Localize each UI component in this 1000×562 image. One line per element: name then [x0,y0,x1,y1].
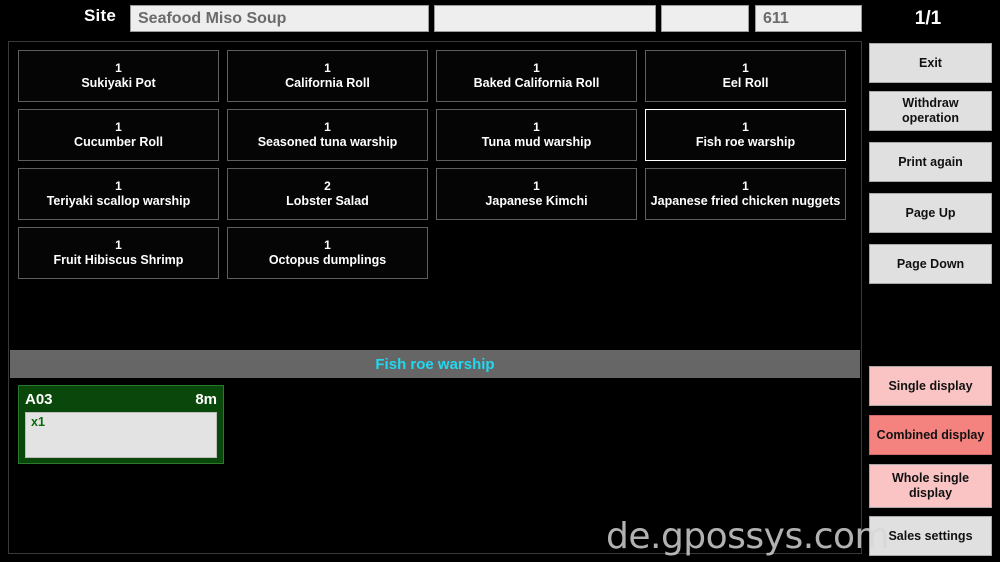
order-item-card[interactable]: 1 Sukiyaki Pot [18,50,219,102]
order-item-name: Cucumber Roll [74,134,163,149]
order-item-card[interactable]: 1 Fish roe warship [645,109,846,161]
site-label: Site [84,6,116,25]
order-item-quantity: 2 [324,178,331,193]
order-item-name: Lobster Salad [286,193,369,208]
ticket-body: x1 [25,412,217,458]
page-down-button[interactable]: Page Down [869,244,992,284]
whole-single-display-button[interactable]: Whole single display [869,464,992,508]
header-bar: Site Seafood Miso Soup 611 1/1 [0,0,1000,37]
order-item-quantity: 1 [742,60,749,75]
order-item-card[interactable]: 1 Tuna mud warship [436,109,637,161]
order-item-quantity: 1 [115,119,122,134]
print-again-button[interactable]: Print again [869,142,992,182]
order-item-quantity: 1 [324,60,331,75]
single-display-button[interactable]: Single display [869,366,992,406]
main-panel: 1 Sukiyaki Pot 1 California Roll 1 Baked Cali… [8,41,862,554]
site-name-input[interactable]: Seafood Miso Soup [130,5,429,32]
tertiary-input[interactable] [661,5,749,32]
page-indicator: 1/1 [914,7,942,29]
order-item-name: Eel Roll [722,75,769,90]
ticket-id: A03 [25,391,53,408]
right-sidebar: Exit Withdraw operation Print again Page… [869,41,992,556]
order-item-name: Tuna mud warship [481,134,592,149]
order-item-name: Seasoned tuna warship [257,134,398,149]
withdraw-operation-button[interactable]: Withdraw operation [869,91,992,131]
order-item-quantity: 1 [324,237,331,252]
order-item-quantity: 1 [115,178,122,193]
order-item-card[interactable]: 1 Seasoned tuna warship [227,109,428,161]
order-item-grid: 1 Sukiyaki Pot 1 California Roll 1 Baked Cali… [18,50,856,279]
order-item-name: Japanese Kimchi [485,193,588,208]
order-item-card[interactable]: 1 California Roll [227,50,428,102]
ticket-list: A03 8m x1 [18,385,854,545]
order-item-card[interactable]: 1 Baked California Roll [436,50,637,102]
selected-item-status-bar: Fish roe warship [10,350,860,378]
order-item-quantity: 1 [533,178,540,193]
order-item-quantity: 1 [533,60,540,75]
secondary-input[interactable] [434,5,656,32]
page-up-button[interactable]: Page Up [869,193,992,233]
order-item-name: Japanese fried chicken nuggets [650,193,841,208]
order-item-name: Baked California Roll [473,75,600,90]
order-item-card[interactable]: 1 Eel Roll [645,50,846,102]
order-item-card[interactable]: 1 Cucumber Roll [18,109,219,161]
ticket-elapsed-time: 8m [195,391,217,408]
combined-display-button[interactable]: Combined display [869,415,992,455]
order-item-card[interactable]: 1 Octopus dumplings [227,227,428,279]
order-item-quantity: 1 [115,237,122,252]
ticket-line-item: x1 [31,415,45,429]
order-item-card[interactable]: 1 Fruit Hibiscus Shrimp [18,227,219,279]
ticket-card[interactable]: A03 8m x1 [18,385,224,464]
order-item-card[interactable]: 2 Lobster Salad [227,168,428,220]
order-item-card[interactable]: 1 Japanese Kimchi [436,168,637,220]
order-item-quantity: 1 [742,178,749,193]
order-item-name: Sukiyaki Pot [81,75,156,90]
order-item-name: Teriyaki scallop warship [46,193,191,208]
exit-button[interactable]: Exit [869,43,992,83]
order-item-name: California Roll [285,75,370,90]
order-item-name: Fruit Hibiscus Shrimp [53,252,184,267]
order-item-quantity: 1 [742,119,749,134]
selected-item-name: Fish roe warship [375,355,495,373]
order-item-card[interactable]: 1 Japanese fried chicken nuggets [645,168,846,220]
order-item-card[interactable]: 1 Teriyaki scallop warship [18,168,219,220]
order-item-name: Octopus dumplings [268,252,387,267]
order-item-quantity: 1 [115,60,122,75]
ticket-header: A03 8m [25,390,217,409]
order-code-input[interactable]: 611 [755,5,862,32]
order-item-quantity: 1 [533,119,540,134]
order-item-name: Fish roe warship [695,134,796,149]
sales-settings-button[interactable]: Sales settings [869,516,992,556]
order-item-quantity: 1 [324,119,331,134]
